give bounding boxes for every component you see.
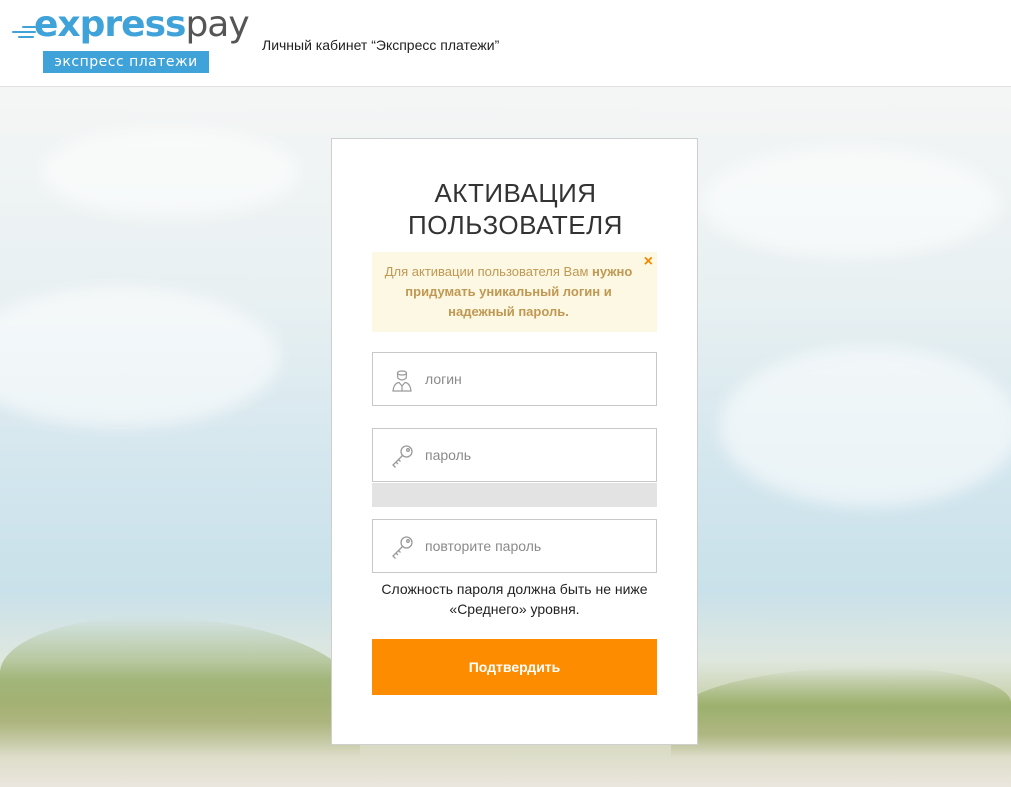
key-icon [392, 445, 413, 468]
logo-wordmark: expresspay [34, 4, 250, 46]
password-hint: Сложность пароля должна быть не ниже «Ср… [381, 581, 648, 617]
submit-button[interactable]: Подтвердить [372, 639, 657, 695]
cloud [700, 147, 1000, 257]
header-title: Личный кабинет “Экспресс платежи” [262, 37, 500, 53]
form-title: АКТИВАЦИЯ ПОЛЬЗОВАТЕЛЯ [408, 178, 623, 240]
logo-word-pay: pay [185, 4, 249, 45]
close-icon[interactable]: × [644, 253, 653, 271]
password-strength-bar [372, 483, 657, 507]
user-icon [392, 370, 412, 392]
repeat-password-input[interactable] [425, 520, 650, 572]
password-field [372, 428, 657, 482]
expresspay-logo[interactable]: expresspay экспресс платежи [10, 4, 250, 74]
password-input[interactable] [425, 429, 650, 481]
login-field [372, 352, 657, 406]
alert-text: Для активации пользователя Вам [384, 264, 589, 279]
key-icon [392, 536, 413, 559]
login-input[interactable] [425, 353, 650, 405]
cloud [40, 127, 300, 217]
cloud [0, 287, 280, 427]
top-header: expresspay экспресс платежи Личный кабин… [0, 0, 1011, 87]
activation-form: АКТИВАЦИЯ ПОЛЬЗОВАТЕЛЯ Для активации пол… [331, 138, 698, 745]
logo-word-express: express [34, 4, 186, 45]
cloud [720, 347, 1011, 507]
grass-left [0, 617, 360, 757]
logo-subtitle: экспресс платежи [43, 51, 209, 73]
repeat-password-field [372, 519, 657, 573]
grass-right [671, 667, 1011, 757]
info-alert: Для активации пользователя Вам нужно при… [372, 252, 657, 332]
